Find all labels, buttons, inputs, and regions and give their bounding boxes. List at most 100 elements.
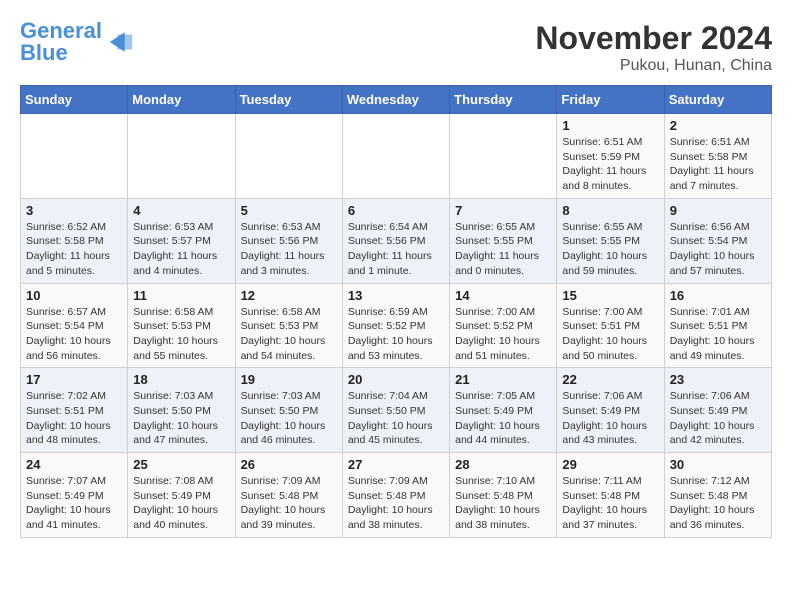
header-saturday: Saturday [664,86,771,114]
day-number: 22 [562,372,658,387]
calendar-body: 1 Sunrise: 6:51 AM Sunset: 5:59 PM Daylig… [21,114,772,538]
day-cell: 21Sunrise: 7:05 AM Sunset: 5:49 PM Dayli… [450,368,557,453]
day-cell [235,114,342,199]
day-cell [450,114,557,199]
day-cell [128,114,235,199]
day-number: 24 [26,457,122,472]
week-row-0: 1 Sunrise: 6:51 AM Sunset: 5:59 PM Daylig… [21,114,772,199]
day-info: Sunrise: 6:58 AM Sunset: 5:53 PM Dayligh… [133,305,229,364]
day-info: Sunrise: 7:07 AM Sunset: 5:49 PM Dayligh… [26,474,122,533]
day-cell: 29 Sunrise: 7:11 AM Sunset: 5:48 PM Dayli… [557,453,664,538]
day-info: Sunrise: 7:09 AM Sunset: 5:48 PM Dayligh… [241,474,337,533]
day-cell: 25 Sunrise: 7:08 AM Sunset: 5:49 PM Dayli… [128,453,235,538]
day-number: 19 [241,372,337,387]
week-row-1: 3 Sunrise: 6:52 AM Sunset: 5:58 PM Daylig… [21,198,772,283]
day-cell: 13 Sunrise: 6:59 AM Sunset: 5:52 PM Dayli… [342,283,449,368]
day-cell: 12Sunrise: 6:58 AM Sunset: 5:53 PM Dayli… [235,283,342,368]
day-number: 27 [348,457,444,472]
day-cell: 10 Sunrise: 6:57 AM Sunset: 5:54 PM Dayli… [21,283,128,368]
day-info: Sunrise: 6:52 AM Sunset: 5:58 PM Dayligh… [26,220,122,279]
day-number: 16 [670,288,766,303]
day-info: Sunrise: 6:53 AM Sunset: 5:56 PM Dayligh… [241,220,337,279]
day-info: Sunrise: 7:03 AM Sunset: 5:50 PM Dayligh… [241,389,337,448]
day-cell: 19 Sunrise: 7:03 AM Sunset: 5:50 PM Dayli… [235,368,342,453]
day-info: Sunrise: 6:51 AM Sunset: 5:58 PM Dayligh… [670,135,766,194]
month-title: November 2024 [535,20,772,57]
day-cell: 11 Sunrise: 6:58 AM Sunset: 5:53 PM Dayli… [128,283,235,368]
day-info: Sunrise: 6:51 AM Sunset: 5:59 PM Dayligh… [562,135,658,194]
day-number: 1 [562,118,658,133]
day-number: 11 [133,288,229,303]
day-info: Sunrise: 7:10 AM Sunset: 5:48 PM Dayligh… [455,474,551,533]
day-cell: 1 Sunrise: 6:51 AM Sunset: 5:59 PM Daylig… [557,114,664,199]
day-number: 25 [133,457,229,472]
day-info: Sunrise: 6:59 AM Sunset: 5:52 PM Dayligh… [348,305,444,364]
day-cell: 20 Sunrise: 7:04 AM Sunset: 5:50 PM Dayli… [342,368,449,453]
header-friday: Friday [557,86,664,114]
day-number: 30 [670,457,766,472]
day-number: 15 [562,288,658,303]
day-number: 20 [348,372,444,387]
location: Pukou, Hunan, China [535,57,772,75]
header-monday: Monday [128,86,235,114]
day-info: Sunrise: 7:12 AM Sunset: 5:48 PM Dayligh… [670,474,766,533]
day-cell: 9Sunrise: 6:56 AM Sunset: 5:54 PM Daylig… [664,198,771,283]
day-info: Sunrise: 6:54 AM Sunset: 5:56 PM Dayligh… [348,220,444,279]
day-cell: 14Sunrise: 7:00 AM Sunset: 5:52 PM Dayli… [450,283,557,368]
day-cell: 4 Sunrise: 6:53 AM Sunset: 5:57 PM Daylig… [128,198,235,283]
page-header: General Blue November 2024 Pukou, Hunan,… [20,20,772,75]
day-cell: 7Sunrise: 6:55 AM Sunset: 5:55 PM Daylig… [450,198,557,283]
day-number: 10 [26,288,122,303]
day-info: Sunrise: 7:05 AM Sunset: 5:49 PM Dayligh… [455,389,551,448]
day-number: 6 [348,203,444,218]
day-cell: 28 Sunrise: 7:10 AM Sunset: 5:48 PM Dayli… [450,453,557,538]
day-number: 4 [133,203,229,218]
day-cell [21,114,128,199]
day-info: Sunrise: 7:01 AM Sunset: 5:51 PM Dayligh… [670,305,766,364]
day-cell: 22 Sunrise: 7:06 AM Sunset: 5:49 PM Dayli… [557,368,664,453]
day-cell: 17Sunrise: 7:02 AM Sunset: 5:51 PM Dayli… [21,368,128,453]
day-cell: 18 Sunrise: 7:03 AM Sunset: 5:50 PM Dayli… [128,368,235,453]
day-info: Sunrise: 7:03 AM Sunset: 5:50 PM Dayligh… [133,389,229,448]
day-cell: 24 Sunrise: 7:07 AM Sunset: 5:49 PM Dayli… [21,453,128,538]
week-row-4: 24 Sunrise: 7:07 AM Sunset: 5:49 PM Dayli… [21,453,772,538]
day-info: Sunrise: 6:57 AM Sunset: 5:54 PM Dayligh… [26,305,122,364]
header-tuesday: Tuesday [235,86,342,114]
day-info: Sunrise: 7:06 AM Sunset: 5:49 PM Dayligh… [562,389,658,448]
day-number: 2 [670,118,766,133]
logo-icon [106,27,136,57]
day-info: Sunrise: 6:55 AM Sunset: 5:55 PM Dayligh… [455,220,551,279]
day-number: 9 [670,203,766,218]
day-info: Sunrise: 7:04 AM Sunset: 5:50 PM Dayligh… [348,389,444,448]
day-number: 23 [670,372,766,387]
header-thursday: Thursday [450,86,557,114]
day-number: 18 [133,372,229,387]
day-cell [342,114,449,199]
day-cell: 26Sunrise: 7:09 AM Sunset: 5:48 PM Dayli… [235,453,342,538]
day-number: 13 [348,288,444,303]
day-cell: 30 Sunrise: 7:12 AM Sunset: 5:48 PM Dayli… [664,453,771,538]
day-number: 14 [455,288,551,303]
day-info: Sunrise: 6:55 AM Sunset: 5:55 PM Dayligh… [562,220,658,279]
day-cell: 2 Sunrise: 6:51 AM Sunset: 5:58 PM Daylig… [664,114,771,199]
day-number: 3 [26,203,122,218]
day-info: Sunrise: 7:11 AM Sunset: 5:48 PM Dayligh… [562,474,658,533]
day-number: 5 [241,203,337,218]
day-cell: 23 Sunrise: 7:06 AM Sunset: 5:49 PM Dayli… [664,368,771,453]
day-number: 12 [241,288,337,303]
day-info: Sunrise: 7:09 AM Sunset: 5:48 PM Dayligh… [348,474,444,533]
day-number: 17 [26,372,122,387]
day-cell: 3 Sunrise: 6:52 AM Sunset: 5:58 PM Daylig… [21,198,128,283]
day-number: 28 [455,457,551,472]
day-info: Sunrise: 7:08 AM Sunset: 5:49 PM Dayligh… [133,474,229,533]
week-row-3: 17Sunrise: 7:02 AM Sunset: 5:51 PM Dayli… [21,368,772,453]
logo-text: General Blue [20,20,102,64]
header-wednesday: Wednesday [342,86,449,114]
day-number: 8 [562,203,658,218]
day-info: Sunrise: 6:53 AM Sunset: 5:57 PM Dayligh… [133,220,229,279]
week-row-2: 10 Sunrise: 6:57 AM Sunset: 5:54 PM Dayli… [21,283,772,368]
day-cell: 8 Sunrise: 6:55 AM Sunset: 5:55 PM Daylig… [557,198,664,283]
day-info: Sunrise: 7:00 AM Sunset: 5:51 PM Dayligh… [562,305,658,364]
day-info: Sunrise: 7:06 AM Sunset: 5:49 PM Dayligh… [670,389,766,448]
day-number: 29 [562,457,658,472]
